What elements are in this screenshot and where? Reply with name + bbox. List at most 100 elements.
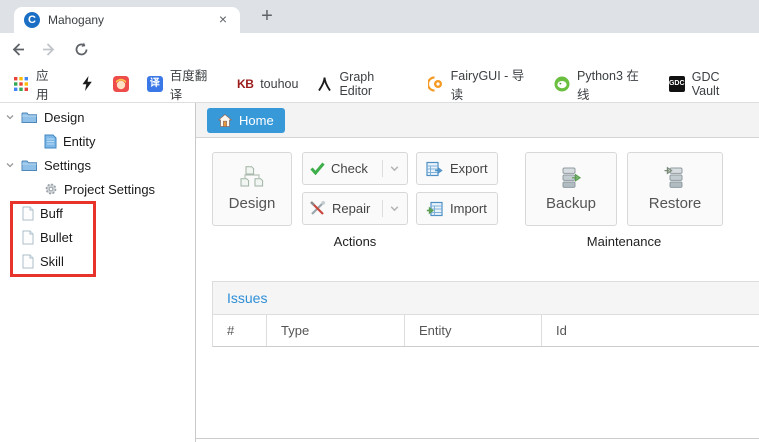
bookmark-touhou[interactable]: KB touhou [228, 71, 307, 97]
export-button[interactable]: Export [416, 152, 498, 185]
bookmark-lightning[interactable] [70, 71, 104, 97]
restore-database-icon [663, 166, 687, 190]
tree-item-project-settings[interactable]: Project Settings [0, 177, 195, 201]
design-button-label: Design [229, 195, 276, 212]
restore-button-label: Restore [649, 195, 702, 212]
bookmark-label: 应用 [36, 65, 61, 103]
repair-button-label: Repair [332, 201, 370, 216]
check-icon [310, 162, 325, 175]
ribbon: Design Check [196, 138, 759, 281]
tab-home[interactable]: Home [207, 108, 285, 133]
bookmark-gdc-vault[interactable]: GDC GDC Vault [660, 71, 759, 97]
sitemap-icon [239, 166, 265, 190]
split-divider [382, 200, 383, 217]
actions-group-label: Actions [212, 234, 498, 249]
import-button[interactable]: Import [416, 192, 498, 225]
check-button-label: Check [331, 161, 368, 176]
person-icon [316, 76, 332, 92]
maintenance-group: Backup Restore [525, 152, 723, 249]
folder-icon [21, 158, 38, 172]
chevron-down-icon[interactable] [389, 203, 400, 214]
bookmark-label: Graph Editor [339, 70, 409, 98]
new-tab-button[interactable]: + [254, 5, 280, 29]
column-header-id[interactable]: Id [542, 315, 759, 346]
export-button-label: Export [450, 161, 488, 176]
repair-tools-icon [310, 201, 326, 216]
backup-button[interactable]: Backup [525, 152, 617, 226]
bookmark-label: touhou [260, 77, 298, 91]
bookmark-anime[interactable] [104, 71, 138, 97]
document-icon [44, 134, 57, 149]
column-header-entity[interactable]: Entity [405, 315, 542, 346]
gdc-icon: GDC [669, 76, 685, 92]
import-table-icon [426, 201, 443, 217]
tree-item-label: Entity [63, 134, 96, 149]
tab-home-label: Home [239, 113, 274, 128]
tree-item-skill[interactable]: Skill [0, 249, 195, 273]
chevron-down-icon[interactable] [389, 163, 400, 174]
repair-button[interactable]: Repair [302, 192, 408, 225]
issues-panel-title: Issues [213, 282, 759, 315]
page-tab-strip: Home [196, 103, 759, 138]
design-button[interactable]: Design [212, 152, 292, 226]
navigation-tree: Design Entity Settings Project Settings [0, 103, 196, 442]
apps-grid-icon [13, 76, 29, 92]
forward-icon[interactable] [41, 41, 58, 58]
tree-item-entity[interactable]: Entity [0, 129, 195, 153]
backup-database-icon [559, 166, 583, 190]
tab-close-icon[interactable]: × [214, 11, 232, 29]
tree-item-design[interactable]: Design [0, 105, 195, 129]
split-divider [382, 160, 383, 177]
tree-item-label: Design [44, 110, 84, 125]
page-icon [22, 206, 34, 221]
bookmark-python3[interactable]: Python3 在线 [545, 71, 660, 97]
bookmark-label: GDC Vault [692, 70, 750, 98]
restore-button[interactable]: Restore [627, 152, 723, 226]
tree-item-label: Skill [40, 254, 64, 269]
bookmark-label: FairyGUI - 导读 [451, 65, 536, 103]
tree-item-buff[interactable]: Buff [0, 201, 195, 225]
browser-tab[interactable]: C Mahogany × [14, 7, 240, 33]
baidu-translate-icon: 译 [147, 76, 163, 92]
tree-item-bullet[interactable]: Bullet [0, 225, 195, 249]
column-header-type[interactable]: Type [267, 315, 405, 346]
column-header-number[interactable]: # [213, 315, 267, 346]
tree-item-settings[interactable]: Settings [0, 153, 195, 177]
bookmark-baidu-translate[interactable]: 译 百度翻译 [138, 71, 229, 97]
backup-button-label: Backup [546, 195, 596, 212]
maintenance-group-label: Maintenance [525, 234, 723, 249]
tree-item-label: Bullet [40, 230, 73, 245]
import-button-label: Import [450, 201, 487, 216]
actions-group: Design Check [212, 152, 498, 249]
page-icon [22, 230, 34, 245]
bookmark-label: Python3 在线 [577, 65, 651, 103]
chevron-down-icon[interactable] [5, 160, 15, 170]
tree-item-label: Settings [44, 158, 91, 173]
tree-item-label: Project Settings [64, 182, 155, 197]
bookmark-fairygui[interactable]: FairyGUI - 导读 [419, 71, 545, 97]
browser-tab-strip: C Mahogany × + [0, 0, 759, 33]
main-panel: Home Design [196, 103, 759, 442]
tab-title: Mahogany [48, 13, 214, 27]
back-icon[interactable] [9, 41, 26, 58]
kb-icon: KB [237, 76, 253, 92]
home-icon [218, 114, 232, 127]
bookmark-graph-editor[interactable]: Graph Editor [307, 71, 418, 97]
reload-icon[interactable] [73, 41, 90, 58]
issues-table-header: # Type Entity Id [213, 315, 759, 347]
issues-panel: Issues # Type Entity Id [212, 281, 759, 347]
fairygui-icon [428, 76, 444, 92]
chevron-down-icon[interactable] [5, 112, 15, 122]
export-table-icon [426, 161, 443, 177]
anime-face-icon [113, 76, 129, 92]
browser-toolbar: localhost:44213/#home [0, 33, 759, 65]
content-bottom-border [196, 438, 759, 439]
check-button[interactable]: Check [302, 152, 408, 185]
app-content: Design Entity Settings Project Settings [0, 103, 759, 442]
folder-icon [21, 110, 38, 124]
tree-item-label: Buff [40, 206, 63, 221]
gear-icon [44, 182, 58, 196]
bookmarks-bar: 应用 译 百度翻译 KB touhou Graph Editor [0, 65, 759, 103]
bookmark-apps[interactable]: 应用 [4, 71, 70, 97]
bookmark-label: 百度翻译 [170, 65, 220, 103]
